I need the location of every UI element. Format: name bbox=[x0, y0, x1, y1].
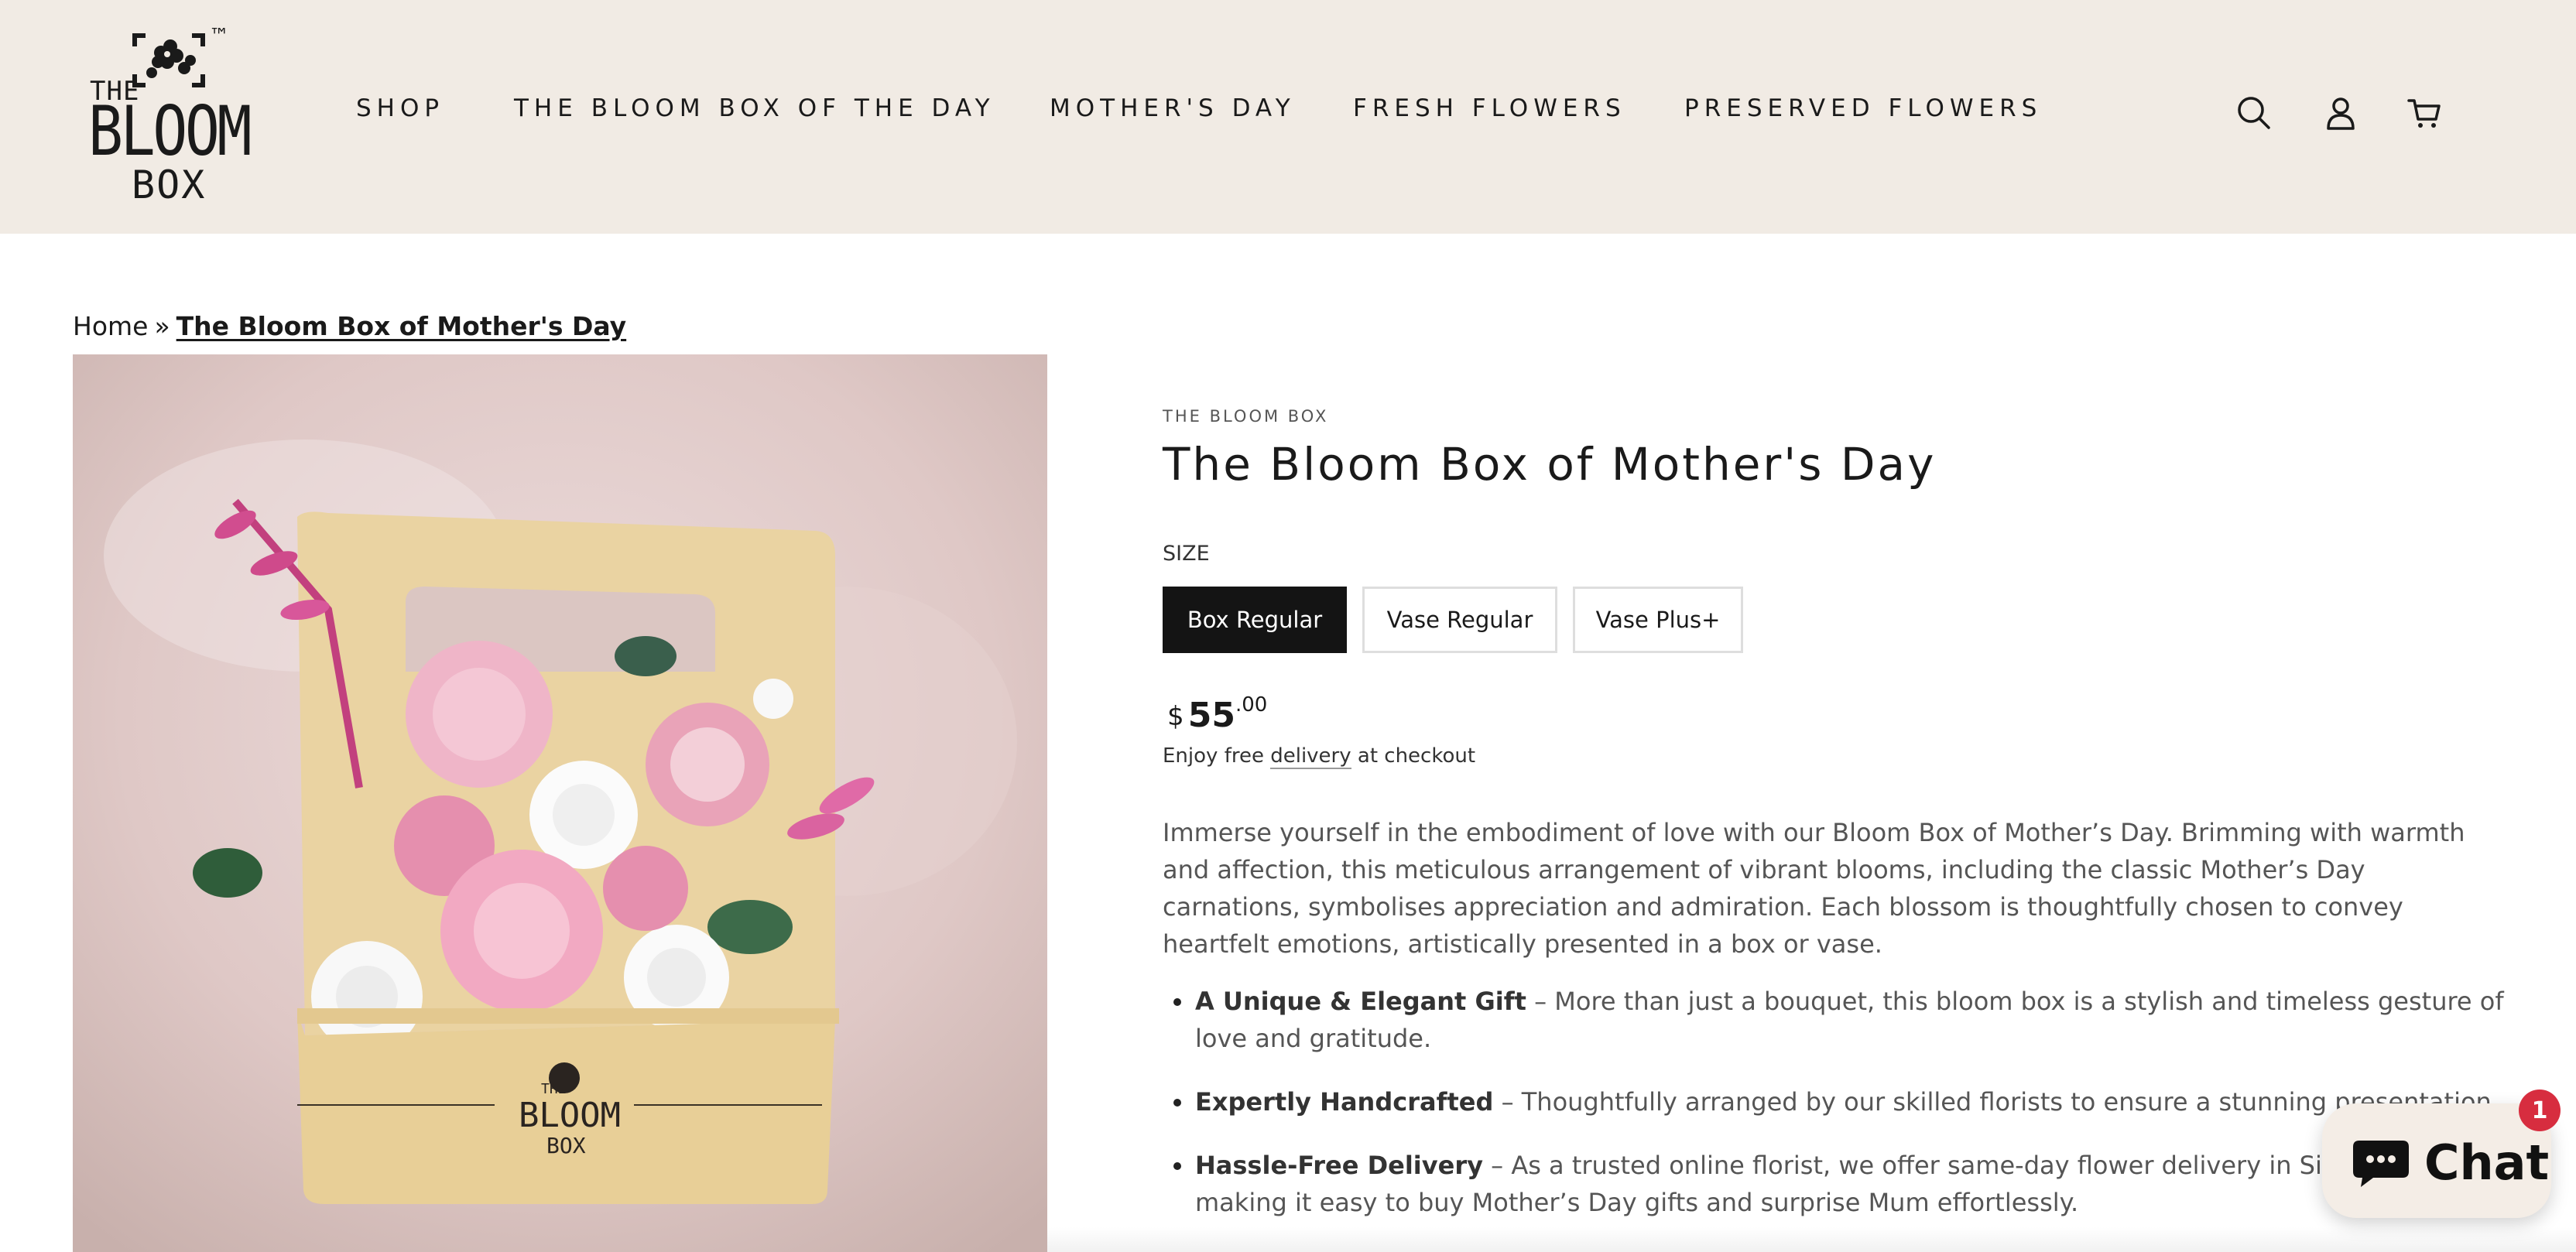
box-logo-box: BOX bbox=[546, 1133, 586, 1158]
price-currency: $ bbox=[1167, 701, 1184, 732]
breadcrumb-current-link[interactable]: The Bloom Box of Mother's Day bbox=[176, 311, 627, 341]
flower-logo-mark-icon bbox=[132, 33, 205, 87]
feature-title: A Unique & Elegant Gift bbox=[1195, 987, 1526, 1016]
variant-vase-plus[interactable]: Vase Plus+ bbox=[1573, 587, 1743, 653]
chat-label: Chat bbox=[2424, 1134, 2550, 1191]
feature-title: Hassle-Free Delivery bbox=[1195, 1151, 1483, 1180]
delivery-link[interactable]: delivery bbox=[1270, 744, 1351, 769]
variant-vase-regular[interactable]: Vase Regular bbox=[1362, 587, 1557, 653]
list-item: Hassle-Free Delivery – As a trusted onli… bbox=[1173, 1147, 2509, 1221]
breadcrumb: Home» The Bloom Box of Mother's Day bbox=[73, 311, 626, 341]
chat-bubble-icon bbox=[2353, 1141, 2409, 1187]
trademark-symbol: ™ bbox=[209, 25, 229, 48]
delivery-note-after: at checkout bbox=[1351, 744, 1476, 768]
price-integer: 55 bbox=[1187, 696, 1235, 735]
list-item: A Unique & Elegant Gift – More than just… bbox=[1173, 983, 2509, 1057]
breadcrumb-home-link[interactable]: Home bbox=[73, 311, 148, 341]
breadcrumb-separator: » bbox=[154, 311, 170, 341]
nav-item-mothers-day[interactable]: MOTHER'S DAY bbox=[1050, 94, 1296, 122]
product-image[interactable]: THE BLOOM BOX bbox=[73, 354, 1047, 1252]
product-price: $ 55.00 bbox=[1167, 693, 1267, 735]
nav-item-preserved-flowers[interactable]: PRESERVED FLOWERS bbox=[1684, 94, 2042, 122]
nav-item-fresh-flowers[interactable]: FRESH FLOWERS bbox=[1353, 94, 1626, 122]
logo-line-box: BOX bbox=[132, 162, 207, 207]
brand-logo[interactable]: ™ THE BLOOM BOX bbox=[85, 22, 255, 207]
chat-notification-badge: 1 bbox=[2519, 1090, 2561, 1131]
product-features-list: A Unique & Elegant Gift – More than just… bbox=[1163, 983, 2509, 1247]
box-logo-bloom: BLOOM bbox=[519, 1096, 621, 1135]
search-icon[interactable] bbox=[2234, 93, 2274, 133]
cart-icon[interactable] bbox=[2404, 93, 2444, 133]
variant-box-regular[interactable]: Box Regular bbox=[1163, 587, 1347, 653]
size-label: SIZE bbox=[1163, 542, 1210, 566]
nav-item-bloom-box-of-the-day[interactable]: THE BLOOM BOX OF THE DAY bbox=[514, 94, 995, 122]
box-logo-the: THE bbox=[541, 1081, 567, 1097]
chat-button[interactable]: Chat bbox=[2322, 1103, 2551, 1218]
site-header: ™ THE BLOOM BOX SHOP THE BLOOM BOX OF TH… bbox=[0, 0, 2576, 234]
delivery-note: Enjoy free delivery at checkout bbox=[1163, 744, 1476, 769]
flower-box-photo: THE BLOOM BOX bbox=[73, 354, 1047, 1252]
bottom-fade-divider bbox=[1047, 1227, 2576, 1252]
price-decimal: .00 bbox=[1235, 693, 1268, 717]
product-description: Immerse yourself in the embodiment of lo… bbox=[1163, 818, 2465, 959]
feature-title: Expertly Handcrafted bbox=[1195, 1087, 1494, 1117]
product-title: The Bloom Box of Mother's Day bbox=[1163, 438, 1937, 491]
delivery-note-before: Enjoy free bbox=[1163, 744, 1271, 768]
product-vendor: THE BLOOM BOX bbox=[1163, 407, 1329, 426]
logo-line-bloom: BLOOM bbox=[88, 91, 252, 171]
list-item: Expertly Handcrafted – Thoughtfully arra… bbox=[1173, 1083, 2509, 1120]
nav-item-shop[interactable]: SHOP bbox=[356, 94, 444, 122]
account-icon[interactable] bbox=[2321, 93, 2361, 133]
